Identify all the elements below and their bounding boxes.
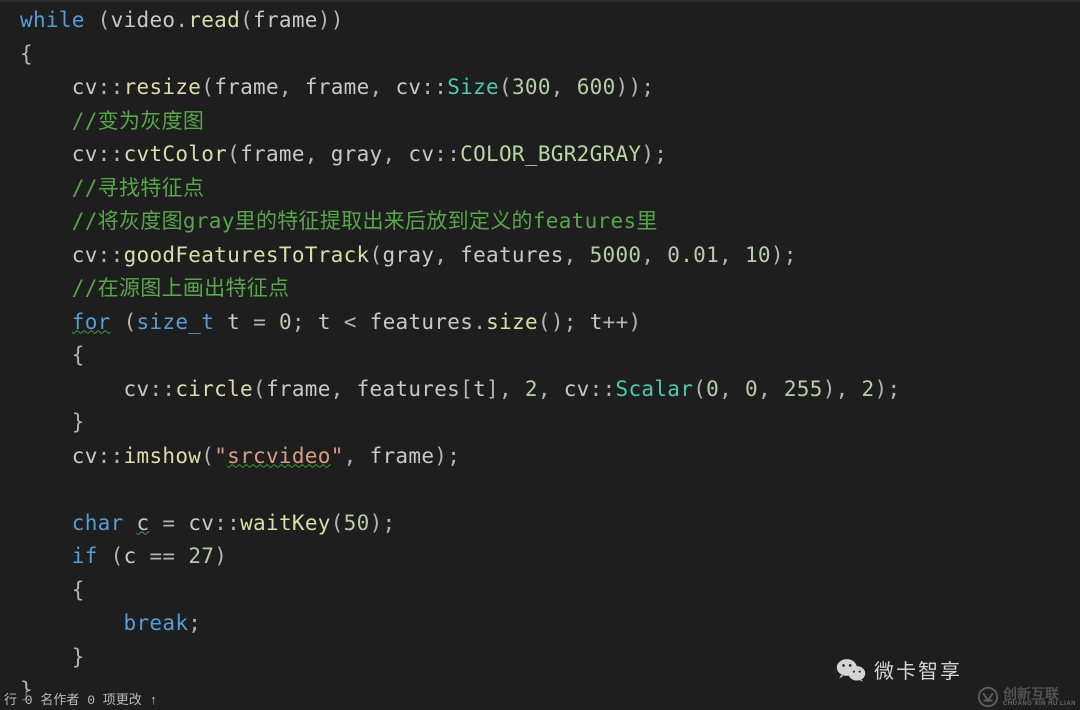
str-srcvideo: srcvideo — [227, 444, 331, 468]
code-area[interactable]: while (video.read(frame)) { cv::resize(f… — [0, 4, 1080, 708]
cls-size: Size — [447, 75, 499, 99]
code-editor[interactable]: while (video.read(frame)) { cv::resize(f… — [0, 0, 1080, 710]
num-27: 27 — [188, 544, 214, 568]
num-50: 50 — [344, 511, 370, 535]
var-c: c — [137, 511, 150, 535]
keyword-while: while — [20, 8, 85, 32]
fn-cvtcolor: cvtColor — [124, 142, 228, 166]
num-10: 10 — [745, 243, 771, 267]
cls-scalar: Scalar — [616, 377, 694, 401]
var-gray: gray — [331, 142, 383, 166]
fn-resize: resize — [124, 75, 202, 99]
var-frame: frame — [253, 8, 318, 32]
comment-gray: //变为灰度图 — [72, 109, 204, 133]
fn-read: read — [188, 8, 240, 32]
fn-size: size — [486, 310, 538, 334]
num-600: 600 — [577, 75, 616, 99]
fn-goodfeatures: goodFeaturesToTrack — [124, 243, 370, 267]
type-char: char — [72, 511, 124, 535]
type-size_t: size_t — [137, 310, 215, 334]
num-300: 300 — [512, 75, 551, 99]
var-t: t — [227, 310, 240, 334]
enum-colorbgr2gray: COLOR_BGR2GRAY — [460, 142, 641, 166]
ns-cv: cv — [72, 75, 98, 99]
var-features: features — [460, 243, 564, 267]
status-bar[interactable]: 行 0 名作者 0 项更改 ↑ — [0, 692, 157, 710]
var-video: video — [111, 8, 176, 32]
tab-strip-divider — [0, 0, 1080, 2]
num-0_01: 0.01 — [667, 243, 719, 267]
comment-draw: //在源图上画出特征点 — [72, 276, 290, 300]
fn-waitkey: waitKey — [240, 511, 331, 535]
fn-imshow: imshow — [124, 444, 202, 468]
comment-extract: //将灰度图gray里的特征提取出来后放到定义的features里 — [72, 209, 658, 233]
keyword-if: if — [72, 544, 98, 568]
fn-circle: circle — [175, 377, 253, 401]
keyword-break: break — [124, 611, 189, 635]
comment-find: //寻找特征点 — [72, 176, 204, 200]
keyword-for: for — [72, 310, 111, 334]
num-5000: 5000 — [590, 243, 642, 267]
